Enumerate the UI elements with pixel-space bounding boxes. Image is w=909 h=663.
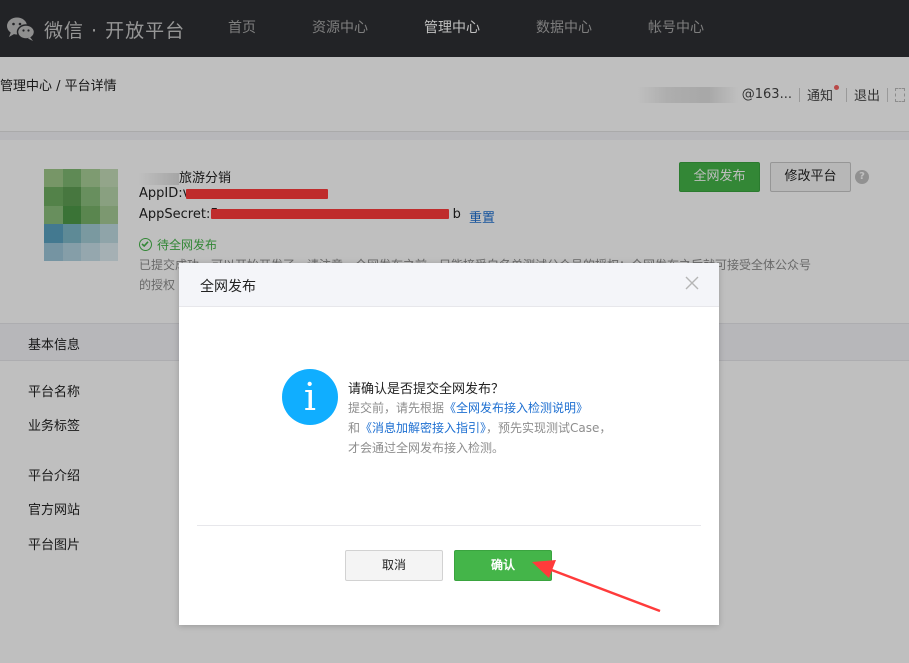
cancel-button[interactable]: 取消 <box>345 550 443 581</box>
dialog-header: 全网发布 <box>179 263 719 307</box>
info-icon: i <box>282 369 338 425</box>
info-glyph: i <box>303 375 317 419</box>
body-mid: 和 <box>348 421 361 435</box>
confirm-button[interactable]: 确认 <box>454 550 552 581</box>
body-prefix: 提交前，请先根据 <box>348 401 445 415</box>
confirm-question: 请确认是否提交全网发布？ <box>348 382 505 397</box>
close-icon[interactable] <box>683 274 701 292</box>
encryption-guide-link[interactable]: 《消息加解密接入指引》 <box>360 421 486 435</box>
confirm-description: 提交前，请先根据《全网发布接入检测说明》 和《消息加解密接入指引》，预先实现测试C… <box>348 398 618 458</box>
publish-check-doc-link[interactable]: 《全网发布接入检测说明》 <box>444 401 588 415</box>
dialog-title: 全网发布 <box>200 279 256 295</box>
divider <box>197 525 701 526</box>
publish-confirm-dialog: 全网发布 i 请确认是否提交全网发布？ 提交前，请先根据《全网发布接入检测说明》… <box>179 263 719 625</box>
